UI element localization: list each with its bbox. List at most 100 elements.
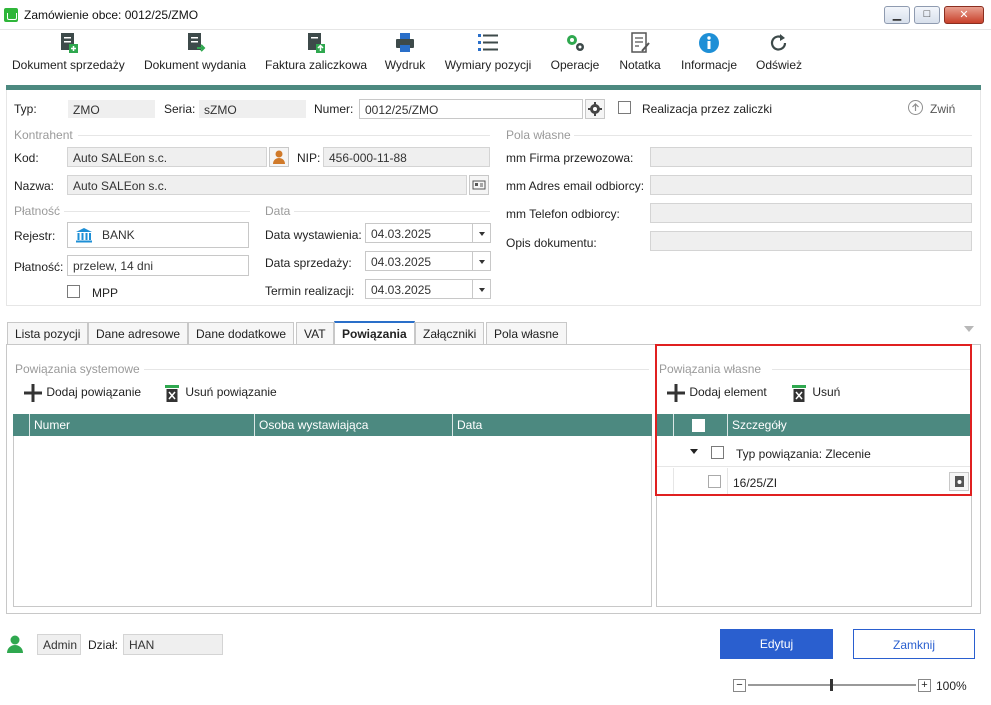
- advance-realization-checkbox[interactable]: [618, 101, 631, 114]
- contractor-card-button[interactable]: [469, 175, 489, 195]
- termin-realizacji-field[interactable]: 04.03.2025: [365, 279, 473, 299]
- data-wystawienia-field[interactable]: 04.03.2025: [365, 223, 473, 243]
- trash-icon: [165, 385, 179, 402]
- typ-field[interactable]: ZMO: [67, 99, 155, 119]
- add-link-button[interactable]: Dodaj powiązanie: [23, 383, 141, 403]
- adres-email-field[interactable]: [650, 175, 972, 195]
- close-button[interactable]: Zamknij: [853, 629, 975, 659]
- nip-field[interactable]: 456-000-11-88: [323, 147, 490, 167]
- data-sprzedazy-label: Data sprzedaży:: [265, 256, 352, 270]
- seria-field[interactable]: sZMO: [198, 99, 306, 119]
- adres-email-label: mm Adres email odbiorcy:: [506, 179, 645, 193]
- mpp-label: MPP: [92, 286, 119, 300]
- kontrahent-group-label: Kontrahent: [14, 128, 73, 142]
- column-numer[interactable]: Numer: [34, 418, 70, 432]
- rejestr-label: Rejestr:: [14, 229, 56, 243]
- tab-dane-dodatkowe[interactable]: Dane dodatkowe: [188, 322, 295, 344]
- edit-button[interactable]: Edytuj: [720, 629, 833, 659]
- minimize-button[interactable]: ▁: [884, 6, 910, 24]
- highlight-frame: [655, 344, 972, 496]
- data-wystawienia-dropdown[interactable]: [473, 223, 491, 243]
- note-icon: [629, 32, 651, 54]
- collapse-arrow-icon[interactable]: [908, 100, 923, 115]
- app-icon: [4, 8, 18, 22]
- nazwa-label: Nazwa:: [14, 179, 55, 193]
- position-dimensions-button[interactable]: Wymiary pozycji: [444, 32, 532, 82]
- issue-document-icon: [184, 32, 206, 54]
- tab-dane-adresowe[interactable]: Dane adresowe: [88, 322, 189, 344]
- firma-przewozowa-label: mm Firma przewozowa:: [506, 151, 634, 165]
- dzial-field[interactable]: HAN: [123, 634, 223, 655]
- nip-label: NIP:: [297, 151, 321, 165]
- refresh-icon: [768, 32, 790, 54]
- kod-label: Kod:: [14, 151, 39, 165]
- typ-label: Typ:: [14, 102, 37, 116]
- advance-invoice-icon: [304, 32, 326, 54]
- tab-zalaczniki[interactable]: Załączniki: [415, 322, 485, 344]
- info-button[interactable]: Informacje: [680, 32, 738, 82]
- id-card-icon: [472, 180, 486, 190]
- window-title: Zamówienie obce: 0012/25/ZMO: [24, 8, 199, 22]
- nazwa-field[interactable]: Auto SALEon s.c.: [67, 175, 467, 195]
- kod-field[interactable]: Auto SALEon s.c.: [67, 147, 267, 167]
- close-window-button[interactable]: ✕: [944, 6, 984, 24]
- data-group-label: Data: [265, 204, 291, 218]
- firma-przewozowa-field[interactable]: [650, 147, 972, 167]
- plus-icon: [24, 384, 42, 402]
- sales-document-icon: [57, 32, 79, 54]
- operations-button[interactable]: Operacje: [549, 32, 601, 82]
- tab-vat[interactable]: VAT: [296, 322, 334, 344]
- collapse-label[interactable]: Zwiń: [930, 102, 955, 116]
- data-group-line: [294, 211, 490, 212]
- opis-label: Opis dokumentu:: [506, 236, 597, 250]
- tab-lista-pozycji[interactable]: Lista pozycji: [7, 322, 89, 344]
- termin-realizacji-label: Termin realizacji:: [265, 284, 355, 298]
- gears-icon: [564, 32, 586, 54]
- column-data[interactable]: Data: [457, 418, 482, 432]
- issue-document-button[interactable]: Dokument wydania: [143, 32, 247, 82]
- system-links-group-line: [144, 369, 649, 370]
- print-button[interactable]: Wydruk: [382, 32, 428, 82]
- numer-field[interactable]: 0012/25/ZMO: [359, 99, 583, 119]
- data-sprzedazy-dropdown[interactable]: [473, 251, 491, 271]
- platnosc-field[interactable]: przelew, 14 dni: [67, 255, 249, 276]
- termin-realizacji-dropdown[interactable]: [473, 279, 491, 299]
- dzial-label: Dział:: [88, 638, 119, 652]
- refresh-button[interactable]: Odśwież: [754, 32, 804, 82]
- opis-field[interactable]: [650, 231, 972, 251]
- mpp-checkbox[interactable]: [67, 285, 80, 298]
- zoom-in-button[interactable]: +: [918, 679, 931, 692]
- data-wystawienia-label: Data wystawienia:: [265, 228, 362, 242]
- numer-label: Numer:: [314, 102, 354, 116]
- maximize-button[interactable]: □: [914, 6, 940, 24]
- user-field[interactable]: Admin: [37, 634, 81, 655]
- kontrahent-group-line: [78, 135, 490, 136]
- numer-settings-button[interactable]: [585, 99, 605, 119]
- tab-powiazania[interactable]: Powiązania: [334, 321, 415, 344]
- telefon-field[interactable]: [650, 203, 972, 223]
- select-contractor-button[interactable]: [269, 147, 289, 167]
- printer-icon: [394, 32, 416, 54]
- data-sprzedazy-field[interactable]: 04.03.2025: [365, 251, 473, 271]
- zoom-out-button[interactable]: −: [733, 679, 746, 692]
- rejestr-field[interactable]: BANK: [67, 222, 249, 248]
- user-icon: [7, 635, 23, 653]
- toolbar: Dokument sprzedaży Dokument wydania Fakt…: [0, 30, 991, 86]
- column-osoba-wystawiajaca[interactable]: Osoba wystawiająca: [259, 418, 368, 432]
- sales-document-button[interactable]: Dokument sprzedaży: [12, 32, 125, 82]
- advance-invoice-button[interactable]: Faktura zaliczkowa: [265, 32, 367, 82]
- remove-link-button[interactable]: Usuń powiązanie: [164, 383, 277, 403]
- system-links-grid: [13, 414, 652, 607]
- note-button[interactable]: Notatka: [617, 32, 663, 82]
- system-links-grid-header: Numer Osoba wystawiająca Data: [13, 414, 652, 436]
- tabs-overflow-icon[interactable]: [964, 326, 974, 332]
- info-icon: [698, 32, 720, 54]
- zoom-slider-thumb[interactable]: [830, 679, 833, 691]
- list-icon: [477, 32, 499, 54]
- bank-icon: [76, 228, 92, 243]
- seria-label: Seria:: [164, 102, 196, 116]
- zoom-level: 100%: [936, 679, 967, 693]
- tab-pola-wlasne[interactable]: Pola własne: [486, 322, 567, 344]
- pola-group-line: [574, 135, 972, 136]
- platnosc-group-label: Płatność: [14, 204, 61, 218]
